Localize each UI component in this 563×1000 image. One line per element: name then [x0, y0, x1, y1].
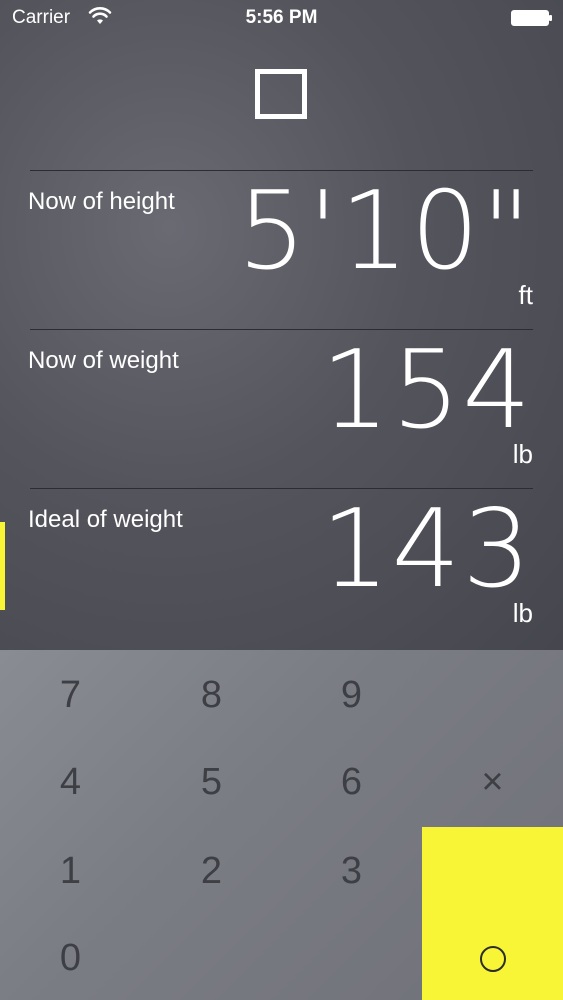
key-0[interactable]: 0	[0, 915, 141, 1000]
clear-key[interactable]: ×	[422, 739, 563, 826]
circle-icon	[480, 946, 506, 972]
numeric-keypad: 7 8 9 4 5 6 × 1 2 3 0	[0, 650, 563, 1000]
key-9[interactable]: 9	[281, 652, 422, 739]
key-7[interactable]: 7	[0, 652, 141, 739]
ideal-weight-label: Ideal of weight	[28, 506, 183, 533]
square-outline-icon	[255, 69, 307, 119]
key-2[interactable]: 2	[141, 828, 282, 915]
key-3[interactable]: 3	[281, 828, 422, 915]
status-time: 5:56 PM	[245, 7, 318, 28]
ideal-weight-unit: lb	[512, 598, 533, 628]
height-value: 5'10"	[237, 169, 533, 294]
key-5[interactable]: 5	[141, 739, 282, 826]
key-8[interactable]: 8	[141, 652, 282, 739]
height-unit: ft	[518, 280, 533, 310]
height-field[interactable]: Now of height 5'10" ft	[0, 170, 563, 328]
key-1[interactable]: 1	[0, 828, 141, 915]
battery-icon	[511, 10, 552, 26]
ideal-weight-value: 143	[320, 487, 533, 612]
status-bar: Carrier 5:56 PM	[0, 0, 563, 36]
confirm-key[interactable]	[422, 827, 563, 1000]
current-weight-field[interactable]: Now of weight 154 lb	[0, 329, 563, 487]
ideal-weight-field[interactable]: Ideal of weight 143 lb	[0, 488, 563, 646]
current-weight-label: Now of weight	[28, 347, 179, 374]
display-area: Carrier 5:56 PM Now of height 5'10" ft N…	[0, 0, 563, 650]
active-field-indicator	[0, 522, 5, 610]
current-weight-unit: lb	[512, 439, 533, 469]
key-6[interactable]: 6	[281, 739, 422, 826]
key-4[interactable]: 4	[0, 739, 141, 826]
height-label: Now of height	[28, 188, 175, 215]
current-weight-value: 154	[320, 328, 533, 453]
